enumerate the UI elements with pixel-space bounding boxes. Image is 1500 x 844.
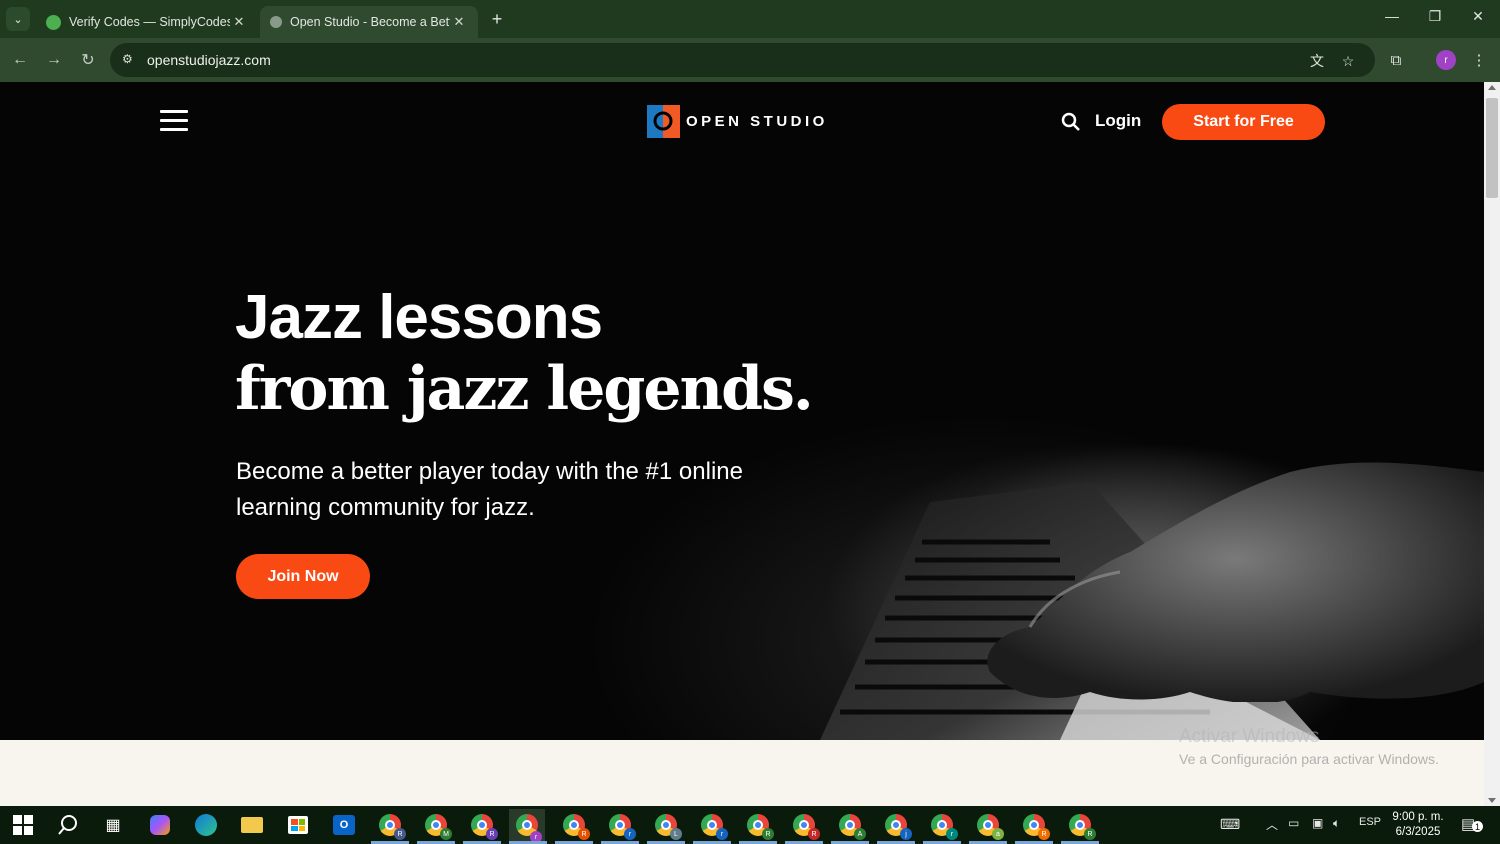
profile-badge: L [670,828,682,840]
profile-badge: R [808,828,820,840]
browser-menu-icon[interactable]: ⋮ [1468,49,1490,71]
activate-windows-title: Activar Windows [1179,726,1320,747]
simplycodes-favicon-icon [46,14,61,30]
reload-button[interactable]: ↻ [76,48,100,72]
chrome-profile-icon[interactable]: R [561,812,590,840]
hero-subtitle: Become a better player today with the #1… [236,458,743,521]
scrollbar-thumb[interactable] [1486,98,1498,198]
chrome-profile-icon[interactable]: r [607,812,636,840]
chrome-profile-icon[interactable]: R [745,812,774,840]
outlook-icon[interactable]: O [331,812,357,838]
edge-icon[interactable] [193,812,219,838]
notification-count-badge: 1 [1472,821,1483,832]
tab-simplycodes[interactable]: Verify Codes — SimplyCodes ✕ [36,6,258,38]
chrome-profile-icon[interactable]: R [791,812,820,840]
browser-toolbar: ← → ↻ ⚙ openstudiojazz.com 文 ☆ ⧉ r ⋮ [0,38,1500,82]
forward-button[interactable]: → [42,48,66,72]
hero-headline-line2: from jazz legends. [235,354,814,424]
site-settings-icon[interactable]: ⚙ [122,52,138,68]
notifications-icon[interactable]: ▤ 1 [1461,815,1483,833]
profile-badge: R [486,828,498,840]
page-bottom-section [0,740,1484,806]
scroll-up-arrow-icon[interactable] [1488,85,1496,90]
chrome-profile-icon[interactable]: L [653,812,682,840]
profile-badge: R [762,828,774,840]
new-tab-button[interactable]: + [486,8,508,30]
close-tab-icon[interactable]: ✕ [230,14,248,30]
url-text[interactable]: openstudiojazz.com [147,52,271,68]
web-page: OPEN STUDIO Login Start for Free Jazz le… [0,82,1484,806]
hero-headline-line1: Jazz lessons [235,283,603,352]
chrome-profile-icon[interactable]: R [1067,812,1096,840]
profile-badge: A [854,828,866,840]
windows-start-icon[interactable] [10,812,36,838]
volume-icon[interactable]: 🔈︎ [1333,816,1340,831]
chrome-profile-icon-active[interactable]: r [509,809,545,843]
windows-taskbar: ▦ O R M R r R r L r R R A j r a R R ⌨ ︿ … [0,806,1500,844]
hamburger-menu-icon[interactable] [160,110,190,132]
file-explorer-icon[interactable] [239,812,265,838]
search-icon[interactable] [1061,112,1081,132]
tab-label: Verify Codes — SimplyCodes [69,15,230,29]
taskbar-clock[interactable]: 9:00 p. m. 6/3/2025 [1392,810,1444,840]
keyboard-layout-icon[interactable]: ⌨ [1220,816,1240,833]
chrome-profile-icon[interactable]: A [837,812,866,840]
meet-now-icon[interactable]: ▣ [1312,816,1323,830]
microsoft-store-icon[interactable] [285,812,311,838]
chrome-profile-icon[interactable]: r [929,812,958,840]
profile-badge: j [900,828,912,840]
profile-badge: r [946,828,958,840]
open-studio-logo-icon [647,104,680,138]
scroll-down-arrow-icon[interactable] [1488,798,1496,803]
chrome-profile-icon[interactable]: R [469,812,498,840]
copilot-icon[interactable] [147,812,173,838]
chrome-profile-icon[interactable]: r [699,812,728,840]
search-icon[interactable] [55,812,81,838]
activate-windows-subtitle: Ve a Configuración para activar Windows. [1179,751,1439,767]
start-for-free-button[interactable]: Start for Free [1162,104,1325,140]
open-studio-logo[interactable]: OPEN STUDIO [647,104,828,138]
profile-badge: a [992,828,1004,840]
chrome-profile-icon[interactable]: R [1021,812,1050,840]
language-indicator[interactable]: ESP [1359,816,1381,828]
chrome-profile-icon[interactable]: R [377,812,406,840]
pianist-hand-image [987,462,1484,702]
chrome-profile-icon[interactable]: M [423,812,452,840]
profile-avatar[interactable]: r [1436,50,1456,70]
close-window-button[interactable]: ✕ [1463,8,1493,25]
show-hidden-icons-icon[interactable]: ︿ [1266,816,1278,833]
profile-badge: M [440,828,452,840]
open-studio-favicon-icon [270,16,282,28]
clock-time: 9:00 p. m. [1392,811,1444,823]
profile-badge: R [1084,828,1096,840]
logo-text: OPEN STUDIO [686,112,828,130]
page-scrollbar[interactable] [1484,82,1500,806]
profile-badge: r [716,828,728,840]
profile-badge: R [394,828,406,840]
profile-badge: r [624,828,636,840]
task-view-icon[interactable]: ▦ [100,812,126,838]
extensions-icon[interactable]: ⧉ [1385,49,1407,71]
close-tab-icon[interactable]: ✕ [450,14,468,30]
tab-search-button[interactable]: ⌄ [6,7,30,31]
network-icon[interactable]: ▭ [1288,816,1299,830]
back-button[interactable]: ← [8,48,32,72]
restore-button[interactable]: ❐ [1420,8,1450,25]
tab-open-studio[interactable]: Open Studio - Become a Better ✕ [260,6,478,38]
browser-titlebar: ⌄ Verify Codes — SimplyCodes ✕ Open Stud… [0,0,1500,38]
chrome-profile-icon[interactable]: j [883,812,912,840]
bookmark-star-icon[interactable]: ☆ [1339,52,1357,70]
profile-badge: R [1038,828,1050,840]
address-bar[interactable]: ⚙ openstudiojazz.com 文 ☆ [110,43,1375,77]
minimize-button[interactable]: — [1377,8,1407,24]
profile-badge: R [578,828,590,840]
join-now-button[interactable]: Join Now [236,554,370,599]
translate-icon[interactable]: 文 [1308,52,1326,70]
login-link[interactable]: Login [1095,111,1141,131]
tab-label: Open Studio - Become a Better [290,15,450,29]
chrome-profile-icon[interactable]: a [975,812,1004,840]
clock-date: 6/3/2025 [1395,826,1441,838]
